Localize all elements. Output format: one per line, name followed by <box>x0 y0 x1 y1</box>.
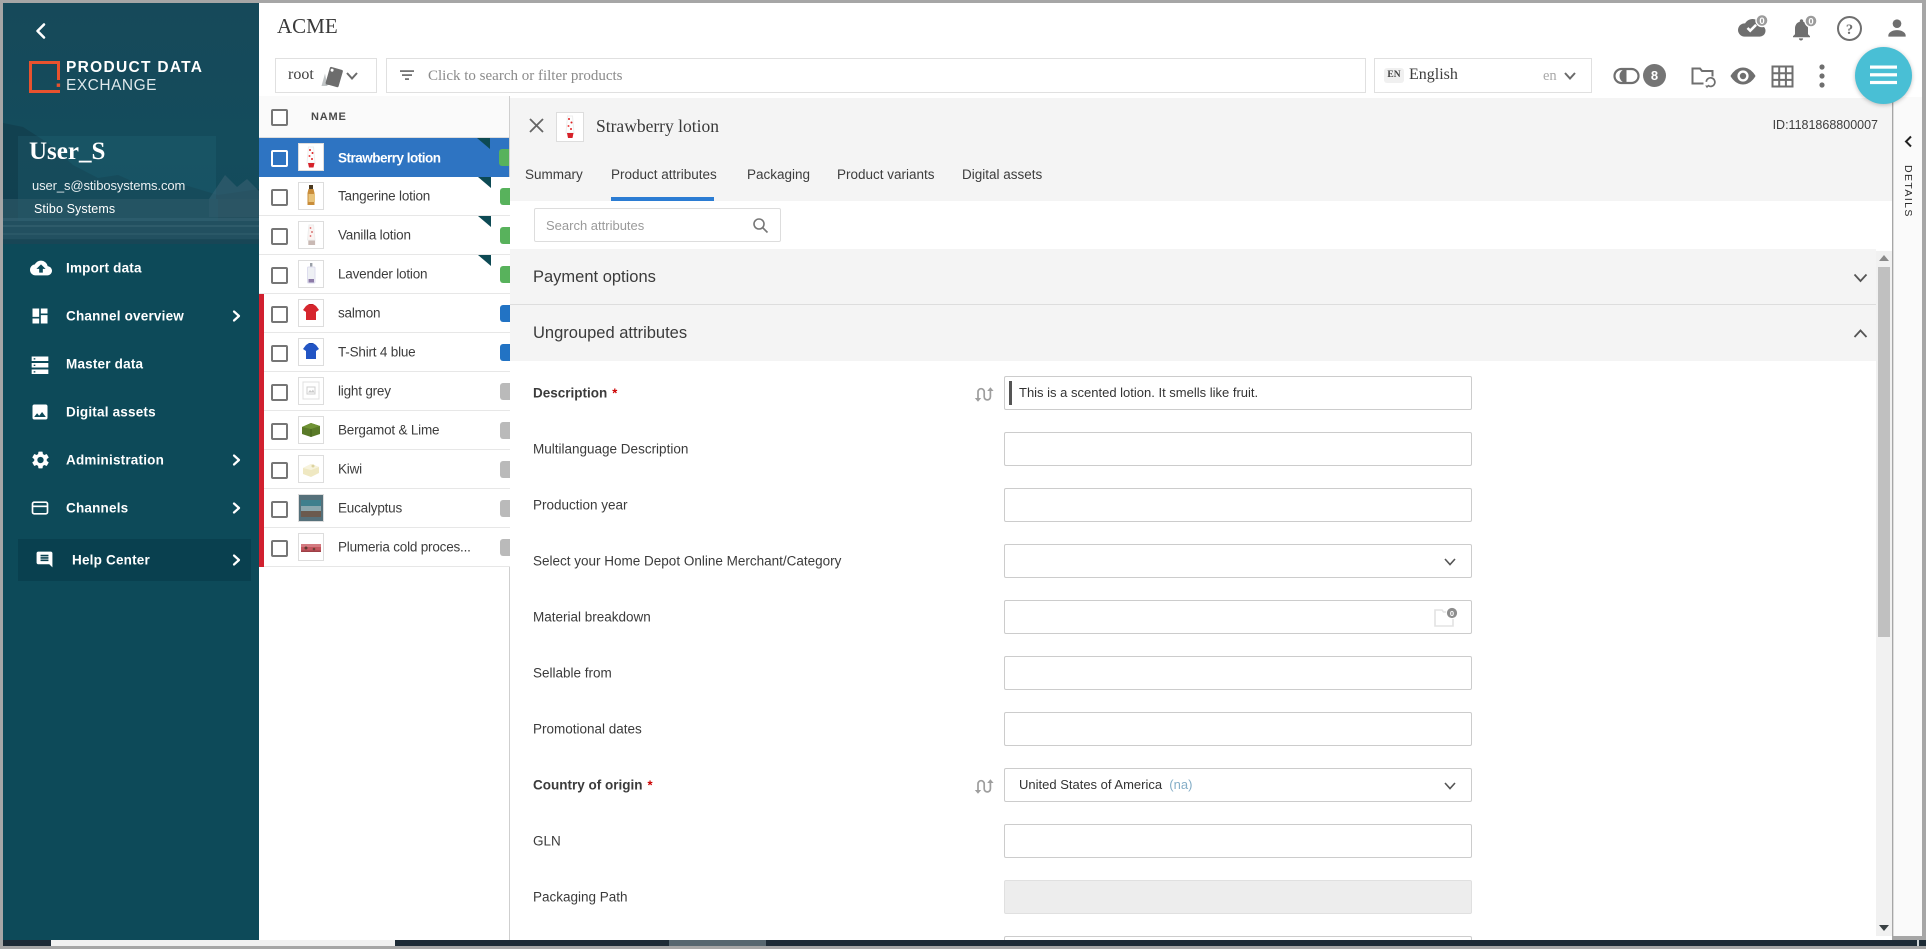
svg-text:0: 0 <box>1759 16 1764 27</box>
svg-text:0: 0 <box>1808 17 1813 28</box>
svg-text:0: 0 <box>1450 609 1454 618</box>
svg-text:?: ? <box>1846 22 1853 38</box>
